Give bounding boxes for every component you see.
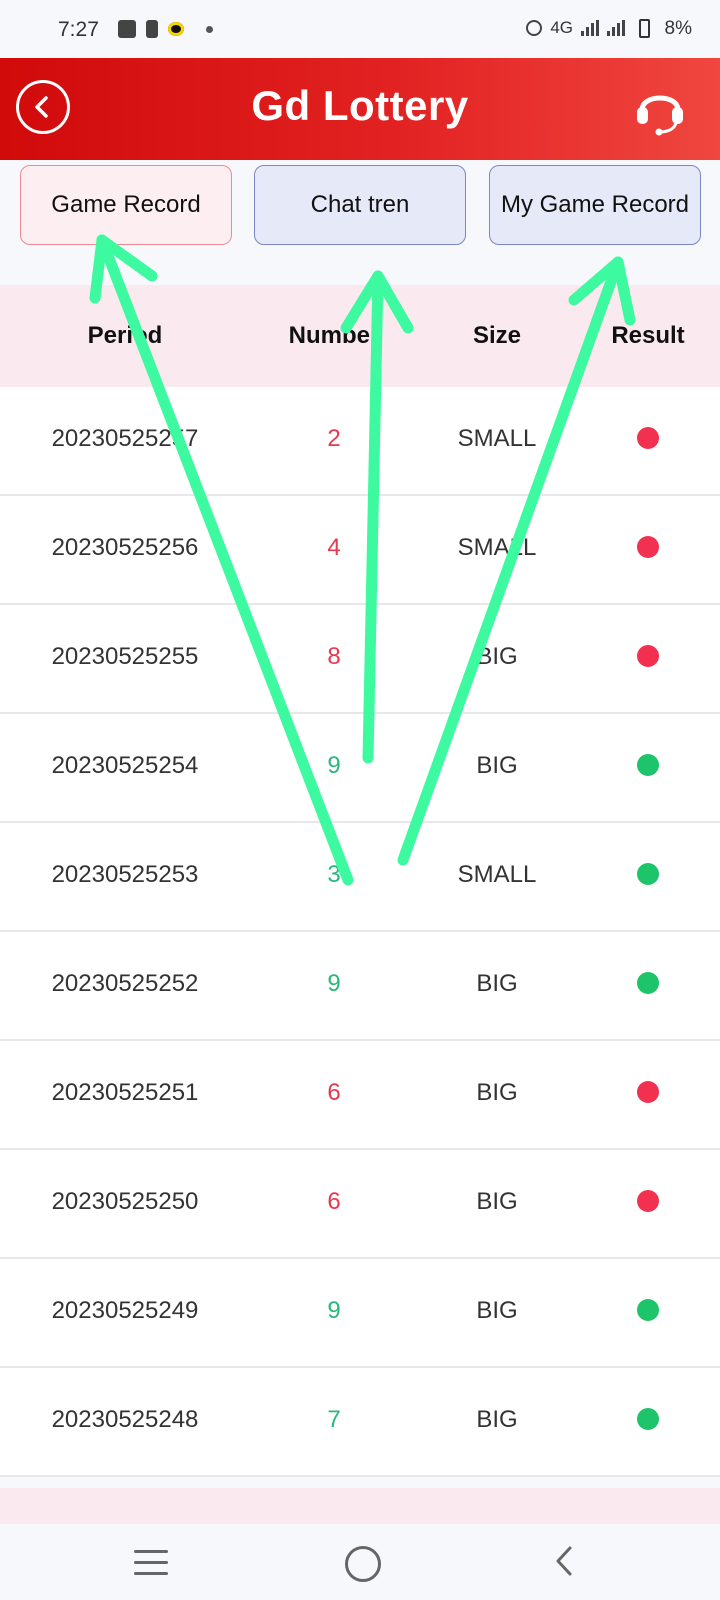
record-tabs: Game Record Chat tren My Game Record (0, 160, 720, 285)
system-nav-bar (0, 1524, 720, 1600)
size-cell: BIG (476, 752, 518, 779)
size-cell: BIG (476, 1406, 518, 1433)
number-cell: 4 (327, 534, 341, 561)
signal-icon (581, 20, 599, 36)
result-cell (576, 970, 720, 1001)
table-footer (0, 1488, 720, 1524)
table-row: 20230525256 4 SMALL (0, 496, 720, 605)
size-cell: SMALL (457, 425, 537, 452)
period-cell: 20230525253 (51, 861, 199, 888)
result-dot-icon (637, 427, 659, 449)
number-cell: 8 (327, 643, 341, 670)
period-cell: 20230525254 (51, 752, 199, 779)
tab-my-game-record[interactable]: My Game Record (489, 165, 701, 245)
period-cell: 20230525249 (51, 1297, 199, 1324)
table-row: 20230525255 8 BIG (0, 605, 720, 714)
number-cell: 9 (327, 1297, 341, 1324)
home-circle-icon[interactable] (345, 1546, 381, 1582)
size-cell: SMALL (457, 534, 537, 561)
table-row: 20230525251 6 BIG (0, 1041, 720, 1150)
result-dot-icon (637, 536, 659, 558)
result-cell (576, 861, 720, 892)
back-chevron-icon[interactable] (552, 1544, 576, 1578)
app-notification-icon (168, 22, 184, 36)
size-cell: BIG (476, 643, 518, 670)
table-row: 20230525248 7 BIG (0, 1368, 720, 1477)
period-cell: 20230525256 (51, 534, 199, 561)
size-cell: BIG (476, 1188, 518, 1215)
period-cell: 20230525255 (51, 643, 199, 670)
period-cell: 20230525251 (51, 1079, 199, 1106)
result-dot-icon (637, 972, 659, 994)
number-cell: 2 (327, 425, 341, 452)
hotspot-icon (526, 20, 543, 36)
header-number: Number (288, 322, 380, 349)
result-cell (576, 1297, 720, 1328)
result-cell (576, 425, 720, 456)
notification-icons (118, 20, 213, 38)
size-cell: BIG (476, 1297, 518, 1324)
period-cell: 20230525252 (51, 970, 199, 997)
result-dot-icon (637, 1190, 659, 1212)
table-body: 20230525257 2 SMALL 20230525256 4 SMALL 202305… (0, 387, 720, 1477)
result-cell (576, 752, 720, 783)
header-period: Period (87, 322, 163, 349)
result-dot-icon (637, 1408, 659, 1430)
header-size: Size (472, 322, 522, 349)
size-cell: BIG (476, 1079, 518, 1106)
table-row: 20230525249 9 BIG (0, 1259, 720, 1368)
message-icon (118, 20, 136, 38)
signal-icon-2 (607, 20, 625, 36)
result-dot-icon (637, 863, 659, 885)
battery-level: 8% (664, 18, 692, 39)
number-cell: 9 (327, 970, 341, 997)
network-type: 4G (550, 18, 573, 37)
result-dot-icon (637, 1299, 659, 1321)
alert-icon (146, 20, 158, 38)
table-row: 20230525252 9 BIG (0, 932, 720, 1041)
size-cell: BIG (476, 970, 518, 997)
app-header: Gd Lottery (0, 58, 720, 160)
battery-icon (639, 18, 650, 38)
table-header: Period Number Size Result (0, 285, 720, 387)
page-title: Gd Lottery (251, 82, 469, 129)
connectivity: 4G (526, 18, 650, 38)
period-cell: 20230525248 (51, 1406, 199, 1433)
result-cell (576, 1188, 720, 1219)
table-row: 20230525253 3 SMALL (0, 823, 720, 932)
result-cell (576, 534, 720, 565)
menu-icon[interactable] (134, 1550, 168, 1583)
result-cell (576, 643, 720, 674)
support-button[interactable] (632, 80, 688, 136)
table-row: 20230525254 9 BIG (0, 714, 720, 823)
size-cell: SMALL (457, 861, 537, 888)
number-cell: 6 (327, 1188, 341, 1215)
result-cell (576, 1079, 720, 1110)
period-cell: 20230525250 (51, 1188, 199, 1215)
result-dot-icon (637, 1081, 659, 1103)
number-cell: 6 (327, 1079, 341, 1106)
tab-game-record[interactable]: Game Record (20, 165, 232, 245)
tab-chat-tren[interactable]: Chat tren (254, 165, 466, 245)
number-cell: 7 (327, 1406, 341, 1433)
result-dot-icon (637, 645, 659, 667)
result-cell (576, 1406, 720, 1437)
period-cell: 20230525257 (51, 425, 199, 452)
number-cell: 9 (327, 752, 341, 779)
table-row: 20230525250 6 BIG (0, 1150, 720, 1259)
status-bar: 7:27 4G 8% (0, 0, 720, 58)
table-row: 20230525257 2 SMALL (0, 387, 720, 496)
number-cell: 3 (327, 861, 341, 888)
header-result: Result (611, 322, 685, 349)
status-time: 7:27 (58, 18, 99, 41)
result-dot-icon (637, 754, 659, 776)
headset-icon (637, 95, 683, 136)
more-notifications-icon (206, 25, 213, 33)
